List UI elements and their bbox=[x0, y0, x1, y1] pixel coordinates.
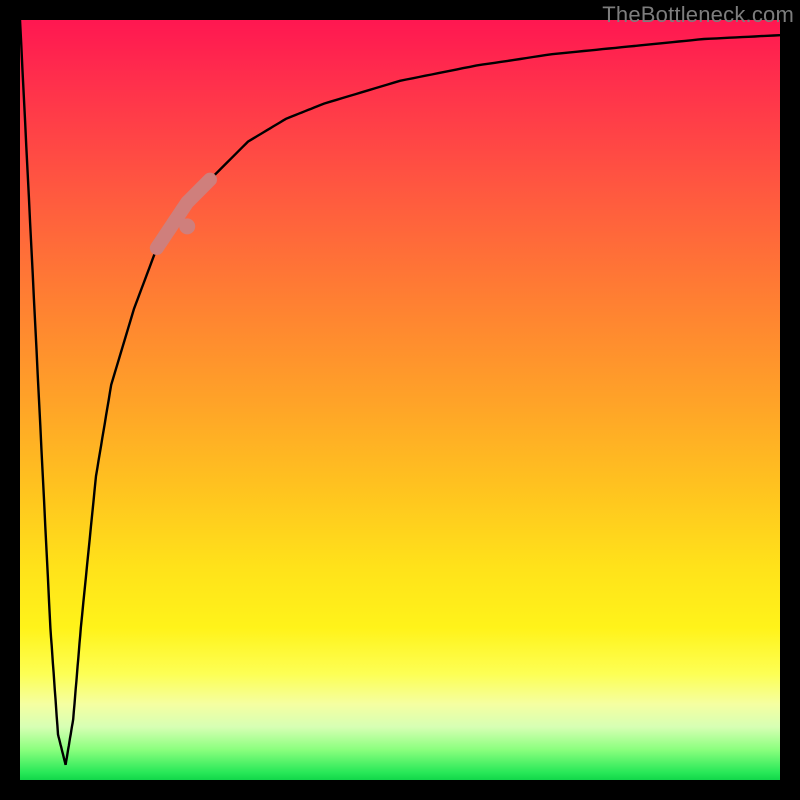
curve-layer bbox=[20, 20, 780, 780]
bottleneck-curve bbox=[20, 20, 780, 765]
highlight-segment bbox=[157, 180, 210, 248]
chart-stage: TheBottleneck.com bbox=[0, 0, 800, 800]
plot-frame bbox=[20, 20, 780, 780]
highlight-dot bbox=[179, 218, 195, 234]
watermark-text: TheBottleneck.com bbox=[602, 2, 794, 28]
